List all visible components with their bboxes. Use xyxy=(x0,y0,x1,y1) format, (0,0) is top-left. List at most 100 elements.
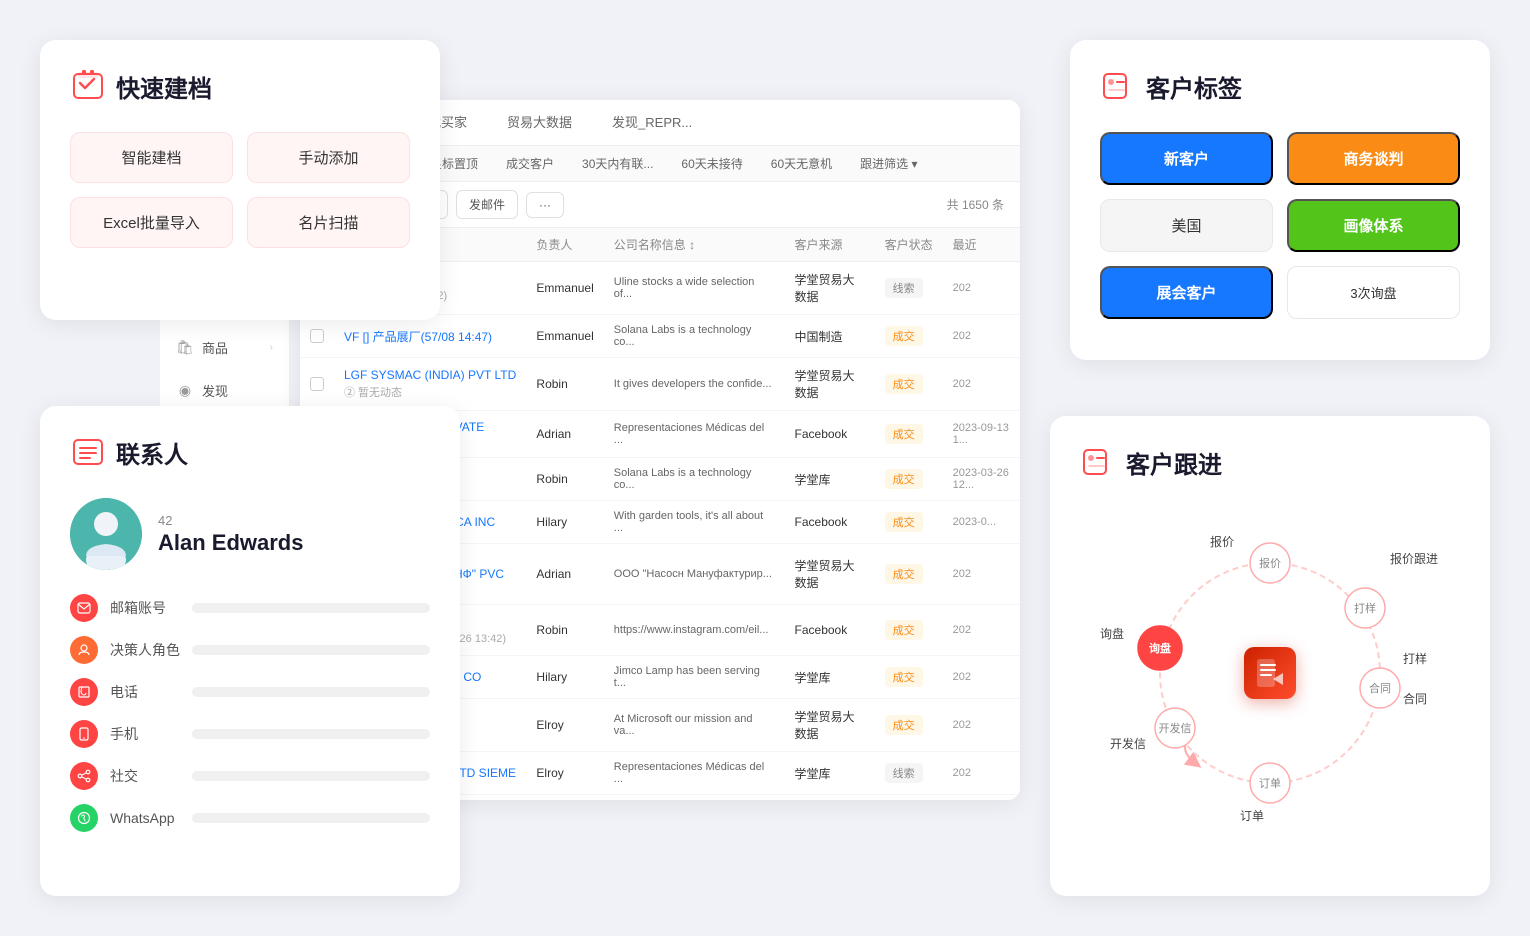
row-checkbox[interactable] xyxy=(310,377,324,391)
tags-icon xyxy=(1100,68,1136,104)
desc-cell: Uline stocks a wide selection of... xyxy=(604,262,785,315)
desc-cell: OOO "Насосн Мануфактурир... xyxy=(604,544,785,605)
tags-header: 客户标签 xyxy=(1100,68,1460,104)
send-email-btn[interactable]: 发邮件 xyxy=(456,190,518,219)
source-cell: 独立站 xyxy=(785,795,875,801)
company-sub: ② 暂无动态 xyxy=(344,384,516,400)
desc-cell: Representaciones Médicas del ... xyxy=(604,752,785,795)
tag-portrait-system[interactable]: 画像体系 xyxy=(1287,199,1460,252)
desc-cell: https://www.instagram.com/eil... xyxy=(604,605,785,656)
sidebar-item-goods[interactable]: 🛍 商品 › xyxy=(160,326,289,369)
tag-inquiry-3times[interactable]: 3次询盘 xyxy=(1287,266,1460,319)
date-cell: 202 xyxy=(943,358,1020,411)
owner-cell: Elroy xyxy=(526,752,603,795)
contact-fields: 邮箱账号 决策人角色 电话 手机 xyxy=(70,594,430,832)
subtab-filter[interactable]: 跟进筛选 ▾ xyxy=(846,147,931,180)
manual-add-btn[interactable]: 手动添加 xyxy=(247,132,410,183)
center-logo-icon xyxy=(1244,647,1296,699)
date-cell: 202 xyxy=(943,752,1020,795)
tags-grid: 新客户 商务谈判 美国 画像体系 展会客户 3次询盘 xyxy=(1100,132,1460,319)
email-value xyxy=(192,603,430,613)
status-badge: 成交 xyxy=(885,469,923,489)
date-cell: 202 xyxy=(943,605,1020,656)
svg-text:报价: 报价 xyxy=(1259,556,1281,570)
source-cell: Facebook xyxy=(785,605,875,656)
sidebar-item-label: 发现 xyxy=(202,381,228,400)
owner-cell: Emmanuel xyxy=(526,262,603,315)
tab-discover[interactable]: 发现_REPR... xyxy=(592,100,712,145)
source-cell: 学堂库 xyxy=(785,752,875,795)
excel-import-btn[interactable]: Excel批量导入 xyxy=(70,197,233,248)
tab-trade-data[interactable]: 贸易大数据 xyxy=(487,100,592,145)
quick-build-title: 快速建档 xyxy=(116,69,212,104)
date-cell: 202 xyxy=(943,262,1020,315)
card-scan-btn[interactable]: 名片扫描 xyxy=(247,197,410,248)
svg-text:订单: 订单 xyxy=(1240,809,1264,823)
status-badge: 成交 xyxy=(885,424,923,444)
customer-tags-card: 客户标签 新客户 商务谈判 美国 画像体系 展会客户 3次询盘 xyxy=(1070,40,1490,360)
role-icon xyxy=(70,636,98,664)
source-cell: 学堂贸易大数据 xyxy=(785,544,875,605)
row-checkbox[interactable] xyxy=(310,329,324,343)
desc-cell: At Microsoft our mission and va... xyxy=(604,699,785,752)
owner-cell: Elroy xyxy=(526,699,603,752)
quick-build-card: 快速建档 智能建档 手动添加 Excel批量导入 名片扫描 xyxy=(40,40,440,320)
contact-number: 42 xyxy=(158,513,303,528)
tags-title: 客户标签 xyxy=(1146,69,1242,104)
status-badge: 成交 xyxy=(885,667,923,687)
quick-build-buttons: 智能建档 手动添加 Excel批量导入 名片扫描 xyxy=(70,132,410,248)
tag-expo-customer[interactable]: 展会客户 xyxy=(1100,266,1273,319)
tag-new-customer[interactable]: 新客户 xyxy=(1100,132,1273,185)
field-phone: 电话 xyxy=(70,678,430,706)
date-cell: 202 xyxy=(943,795,1020,801)
contact-name: Alan Edwards xyxy=(158,530,303,556)
field-whatsapp: WhatsApp xyxy=(70,804,430,832)
status-badge: 成交 xyxy=(885,715,923,735)
whatsapp-label: WhatsApp xyxy=(110,810,180,826)
table-row[interactable]: LGF SYSMAC (INDIA) PVT LTD ② 暂无动态 Robin … xyxy=(300,358,1020,411)
status-badge: 成交 xyxy=(885,374,923,394)
owner-cell: Adrian xyxy=(526,544,603,605)
tag-america[interactable]: 美国 xyxy=(1100,199,1273,252)
source-cell: 学堂贸易大数据 xyxy=(785,262,875,315)
subtab-60days-no-intent[interactable]: 60天无意机 xyxy=(757,147,846,180)
source-cell: 学堂贸易大数据 xyxy=(785,358,875,411)
phone-icon xyxy=(70,678,98,706)
status-badge: 线索 xyxy=(885,278,923,298)
svg-text:询盘: 询盘 xyxy=(1149,641,1171,655)
followup-card: 客户跟进 报价 打样 xyxy=(1050,416,1490,896)
desc-cell: It gives developers the confide... xyxy=(604,358,785,411)
owner-cell: Hilary xyxy=(526,501,603,544)
contact-title: 联系人 xyxy=(116,435,188,470)
subtab-deal[interactable]: 成交客户 xyxy=(492,147,568,180)
quick-build-header: 快速建档 xyxy=(70,68,410,104)
owner-cell: Robin xyxy=(526,358,603,411)
smart-build-btn[interactable]: 智能建档 xyxy=(70,132,233,183)
status-badge: 成交 xyxy=(885,326,923,346)
avatar xyxy=(70,498,142,570)
company-name: VF [] 产品展厂(57/08 14:47) xyxy=(344,328,516,345)
main-container: 快速建档 智能建档 手动添加 Excel批量导入 名片扫描 ⊞ 卜属 ✉ 享盟邮… xyxy=(0,0,1530,936)
social-label: 社交 xyxy=(110,766,180,786)
owner-cell: Emmanuel xyxy=(526,315,603,358)
contact-icon xyxy=(70,434,106,470)
quick-build-icon xyxy=(70,68,106,104)
mobile-value xyxy=(192,729,430,739)
table-row[interactable]: VF [] 产品展厂(57/08 14:47) Emmanuel Solana … xyxy=(300,315,1020,358)
field-email: 邮箱账号 xyxy=(70,594,430,622)
contact-name-area: 42 Alan Edwards xyxy=(158,513,303,556)
owner-cell: Robin xyxy=(526,605,603,656)
field-social: 社交 xyxy=(70,762,430,790)
svg-text:打样: 打样 xyxy=(1403,651,1427,666)
subtab-30days[interactable]: 30天内有联... xyxy=(568,147,667,180)
more-btn[interactable]: ··· xyxy=(526,192,564,218)
status-badge: 成交 xyxy=(885,620,923,640)
desc-cell: More Items Similar to: Souther... xyxy=(604,795,785,801)
whatsapp-icon xyxy=(70,804,98,832)
desc-cell: With garden tools, it's all about ... xyxy=(604,501,785,544)
phone-label: 电话 xyxy=(110,682,180,702)
subtab-60days-no-visit[interactable]: 60天未接待 xyxy=(667,147,756,180)
tag-business-negotiation[interactable]: 商务谈判 xyxy=(1287,132,1460,185)
col-owner: 负责人 xyxy=(526,228,603,262)
email-label: 邮箱账号 xyxy=(110,598,180,618)
